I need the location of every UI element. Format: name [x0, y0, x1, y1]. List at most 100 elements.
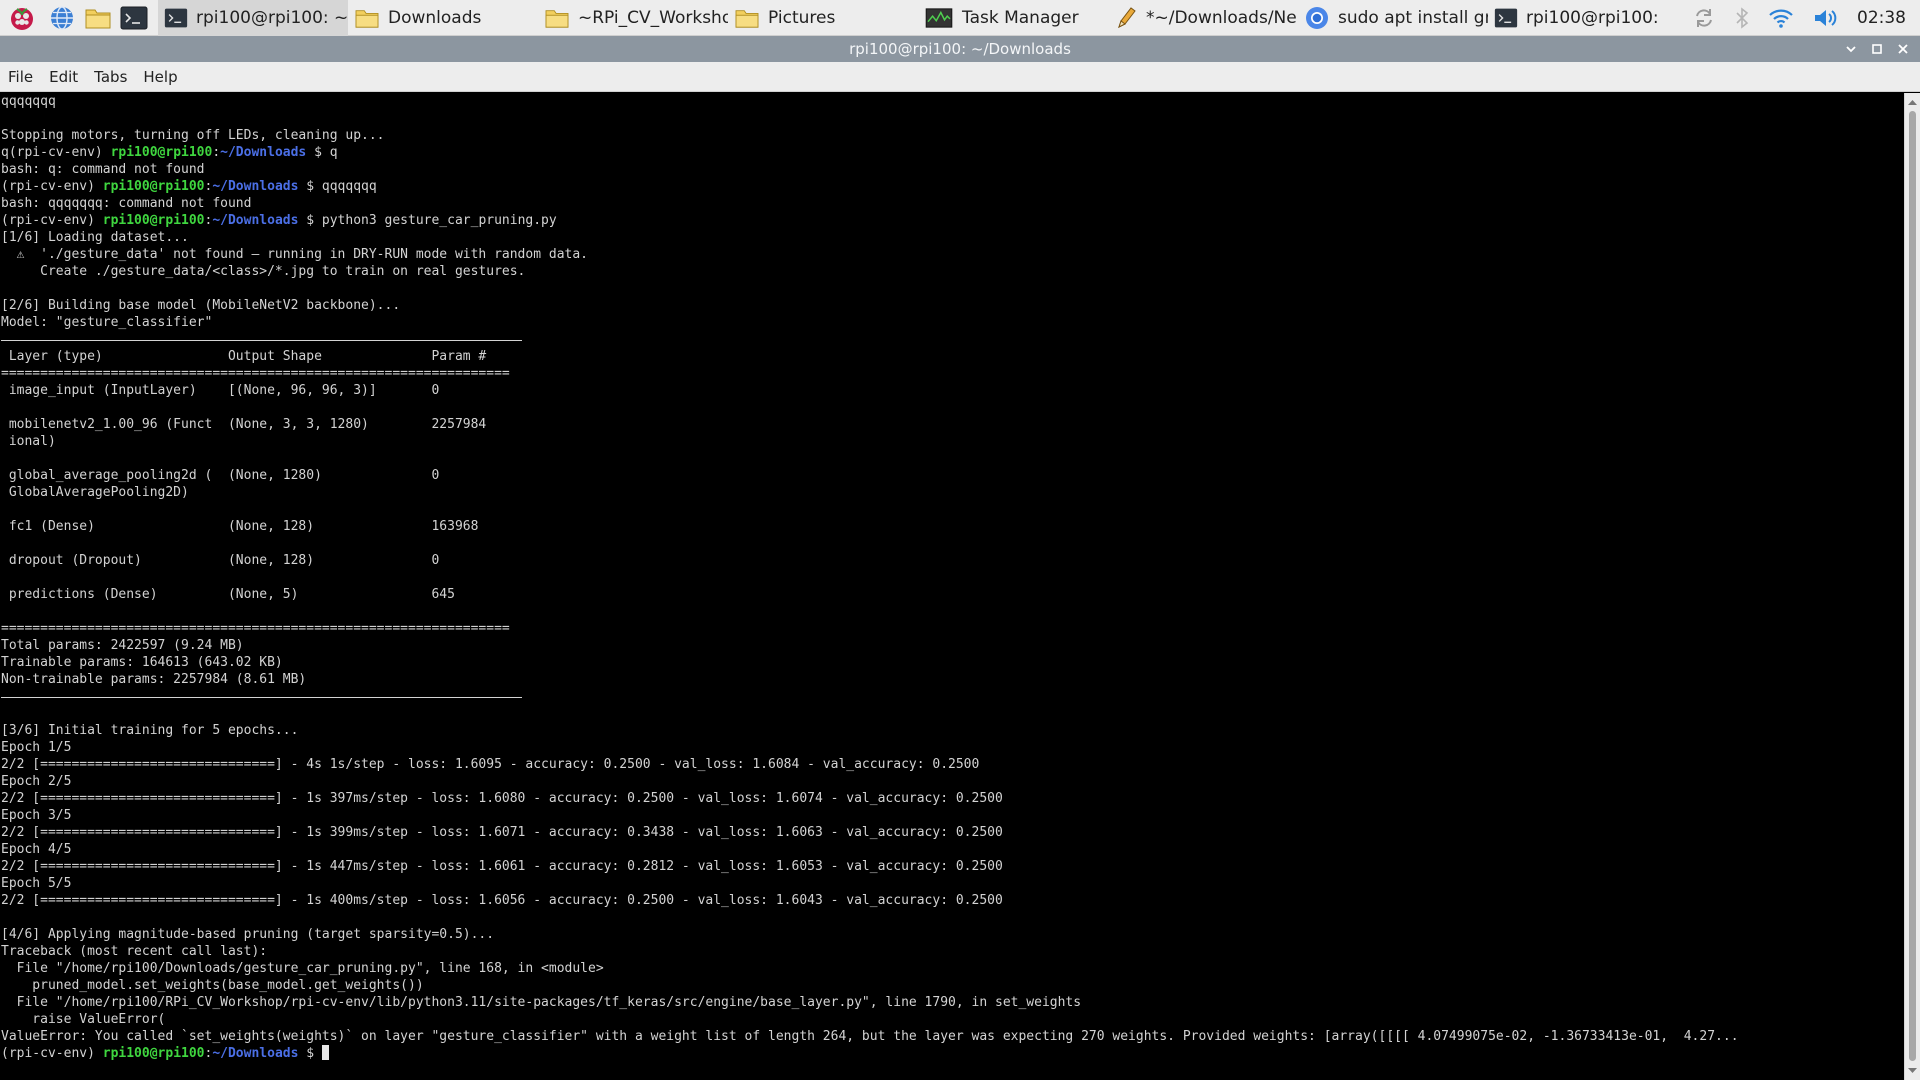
output-line: Epoch 2/5 [1, 774, 72, 789]
output-line: 2/2 [==============================] - 1… [1, 791, 1003, 806]
output-line: bash: q: command not found [1, 162, 205, 177]
folder-icon [545, 9, 569, 28]
prompt-env: q(rpi-cv-env) [1, 145, 111, 160]
file-manager-icon [85, 9, 111, 28]
chevron-down-icon [1908, 1068, 1917, 1073]
output-line: Trainable params: 164613 (643.02 KB) [1, 655, 283, 670]
output-line: image_input (InputLayer) [(None, 96, 96,… [1, 383, 510, 398]
task-downloads-folder[interactable]: Downloads [348, 0, 538, 36]
output-line: Stopping motors, turning off LEDs, clean… [1, 128, 385, 143]
output-line: [3/6] Initial training for 5 epochs... [1, 723, 299, 738]
prompt-line: q(rpi-cv-env) rpi100@rpi100:~/Downloads … [1, 144, 1904, 161]
prompt-path: ~/Downloads [212, 213, 299, 228]
output-line: Create ./gesture_data/<class>/*.jpg to t… [1, 264, 526, 279]
output-line: pruned_model.set_weights(base_model.get_… [1, 978, 424, 993]
bluetooth-icon[interactable] [1734, 6, 1750, 30]
output-line: Epoch 1/5 [1, 740, 72, 755]
maximize-button[interactable] [1864, 36, 1890, 62]
output-line: global_average_pooling2d ( (None, 1280) … [1, 468, 510, 483]
volume-icon[interactable] [1812, 7, 1838, 29]
prompt-path: ~/Downloads [212, 179, 299, 194]
menu-edit[interactable]: Edit [41, 68, 86, 86]
prompt-userhost: rpi100@rpi100 [102, 1046, 205, 1061]
prompt-userhost: rpi100@rpi100 [110, 145, 213, 160]
scroll-up-button[interactable] [1905, 95, 1920, 109]
task-label: Task Manager [962, 7, 1079, 28]
scroll-thumb[interactable] [1909, 111, 1916, 1061]
minimize-button[interactable] [1838, 36, 1864, 62]
task-task-manager[interactable]: Task Manager [918, 0, 1108, 36]
task-text-editor[interactable]: *~/Downloads/Ne.. [1108, 0, 1298, 36]
maximize-icon [1872, 44, 1882, 54]
close-button[interactable] [1890, 36, 1916, 62]
prompt-path: ~/Downloads [212, 1046, 299, 1061]
prompt-dollar: $ [298, 179, 322, 194]
output-line: 2/2 [==============================] - 1… [1, 825, 1003, 840]
prompt-command: qqqqqqq [321, 179, 377, 194]
output-line: predictions (Dense) (None, 5) 645 [1, 587, 510, 602]
task-workshop-folder[interactable]: ~RPi_CV_Workshop [538, 0, 728, 36]
output-line: ========================================… [1, 621, 510, 636]
output-line: Traceback (most recent call last): [1, 944, 268, 959]
text-cursor [321, 1045, 329, 1060]
window-controls [1838, 36, 1916, 62]
clock[interactable]: 02:38 [1847, 8, 1920, 28]
update-icon[interactable] [1692, 6, 1716, 30]
folder-icon [735, 9, 759, 28]
output-line: qqqqqqq [1, 94, 56, 109]
terminal-scrollbar[interactable] [1904, 93, 1920, 1080]
chevron-down-icon [1846, 46, 1856, 53]
menu-help[interactable]: Help [135, 68, 185, 86]
prompt-line: (rpi-cv-env) rpi100@rpi100:~/Downloads $… [1, 178, 1904, 195]
prompt-env: (rpi-cv-env) [1, 213, 103, 228]
folder-icon [355, 9, 379, 28]
task-label: rpi100@rpi100: ~ [1526, 7, 1663, 28]
terminal-launcher-button[interactable] [116, 0, 152, 36]
output-line: Model: "gesture_classifier" [1, 315, 213, 330]
prompt-dollar: $ [306, 145, 330, 160]
task-terminal-downloads[interactable]: rpi100@rpi100: ~/D.. [158, 0, 348, 36]
prompt-env: (rpi-cv-env) [1, 179, 103, 194]
output-line: Epoch 3/5 [1, 808, 72, 823]
prompt-dollar: $ [298, 213, 322, 228]
wifi-icon[interactable] [1768, 7, 1794, 29]
terminal-output[interactable]: qqqqqqq Stopping motors, turning off LEDs… [0, 93, 1904, 1080]
menu-tabs[interactable]: Tabs [86, 68, 135, 86]
task-manager-icon [925, 7, 953, 28]
output-line: fc1 (Dense) (None, 128) 163968 [1, 519, 510, 534]
terminal-icon [164, 8, 188, 27]
web-browser-icon [51, 5, 73, 30]
task-pictures-folder[interactable]: Pictures [728, 0, 918, 36]
output-line: File "/home/rpi100/RPi_CV_Workshop/rpi-c… [1, 995, 1082, 1010]
raspberry-menu-button[interactable] [0, 0, 44, 36]
web-browser-button[interactable] [44, 0, 80, 36]
menubar: File Edit Tabs Help [0, 62, 1920, 92]
output-line: ⚠ './gesture_data' not found — running i… [1, 247, 588, 262]
text-editor-icon [1118, 6, 1136, 28]
window-titlebar[interactable]: rpi100@rpi100: ~/Downloads [0, 36, 1920, 62]
task-label: rpi100@rpi100: ~/D.. [196, 7, 348, 28]
file-manager-button[interactable] [80, 0, 116, 36]
menu-file[interactable]: File [0, 68, 41, 86]
task-chromium[interactable]: sudo apt install gn.. [1298, 0, 1488, 36]
scroll-down-button[interactable] [1905, 1064, 1920, 1078]
chevron-up-icon [1908, 100, 1917, 105]
prompt-command: python3 gesture_car_pruning.py [321, 213, 557, 228]
prompt-userhost: rpi100@rpi100 [102, 213, 205, 228]
prompt-env: (rpi-cv-env) [1, 1046, 103, 1061]
prompt-line: (rpi-cv-env) rpi100@rpi100:~/Downloads $… [1, 212, 1904, 229]
prompt-path: ~/Downloads [220, 145, 307, 160]
output-line: Epoch 4/5 [1, 842, 72, 857]
task-terminal-home[interactable]: rpi100@rpi100: ~ [1488, 0, 1663, 36]
system-tray: 02:38 [1683, 0, 1920, 36]
output-line: ========================================… [1, 366, 510, 381]
task-label: Downloads [388, 7, 482, 28]
